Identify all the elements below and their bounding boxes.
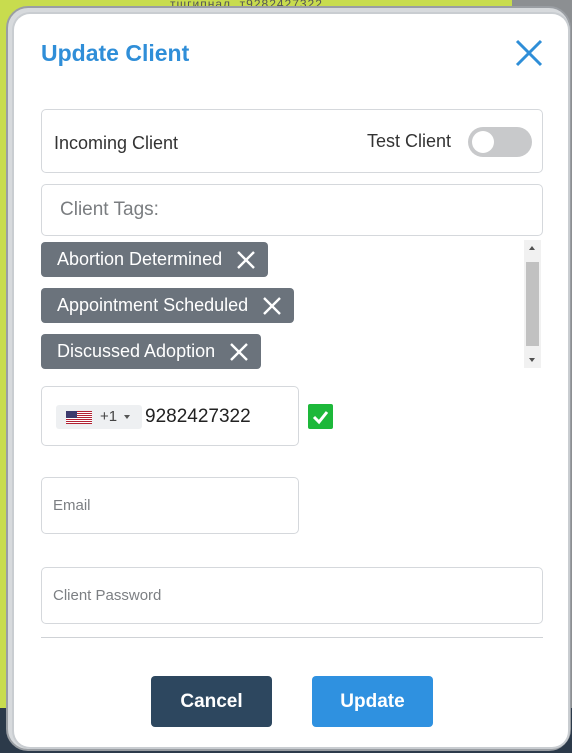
client-password-input[interactable] — [53, 568, 533, 623]
dial-code: +1 — [100, 408, 118, 425]
client-tags-field[interactable] — [41, 184, 543, 236]
email-input[interactable] — [53, 478, 289, 533]
tag-chip: Appointment Scheduled — [41, 288, 295, 323]
remove-tag-icon[interactable] — [262, 296, 282, 316]
test-client-toggle[interactable] — [468, 127, 532, 157]
tag-list: Abortion Determined Appointment Schedule… — [41, 240, 543, 372]
tag-list-scrollbar[interactable] — [524, 240, 541, 368]
tag-chip: Discussed Adoption — [41, 334, 262, 369]
checkmark-icon — [308, 404, 333, 429]
update-button[interactable]: Update — [312, 676, 433, 727]
us-flag-icon — [66, 411, 92, 424]
remove-tag-icon[interactable] — [229, 342, 249, 362]
tag-label: Appointment Scheduled — [57, 295, 249, 315]
tag-label: Abortion Determined — [57, 249, 223, 269]
close-icon[interactable] — [514, 38, 544, 68]
incoming-client-row: Incoming Client Test Client — [41, 109, 543, 173]
country-code-select[interactable]: +1 — [56, 405, 142, 429]
incoming-client-label: Incoming Client — [54, 133, 179, 153]
phone-input[interactable] — [145, 404, 290, 430]
cancel-button[interactable]: Cancel — [151, 676, 272, 727]
scroll-up-icon[interactable] — [524, 240, 541, 257]
test-client-label: Test Client — [367, 131, 452, 151]
tag-label: Discussed Adoption — [57, 341, 216, 361]
email-field — [41, 477, 299, 534]
phone-field: +1 — [41, 386, 299, 446]
update-client-modal: Update Client Incoming Client Test Clien… — [14, 14, 568, 747]
remove-tag-icon[interactable] — [236, 250, 256, 270]
client-tags-input[interactable] — [60, 197, 520, 223]
scroll-down-icon[interactable] — [524, 351, 541, 368]
scroll-thumb[interactable] — [526, 262, 539, 346]
chevron-down-icon — [124, 415, 130, 419]
tag-chip: Abortion Determined — [41, 242, 269, 277]
toggle-knob — [472, 131, 494, 153]
password-field — [41, 567, 543, 624]
modal-title: Update Client — [41, 40, 190, 66]
divider — [41, 637, 543, 638]
